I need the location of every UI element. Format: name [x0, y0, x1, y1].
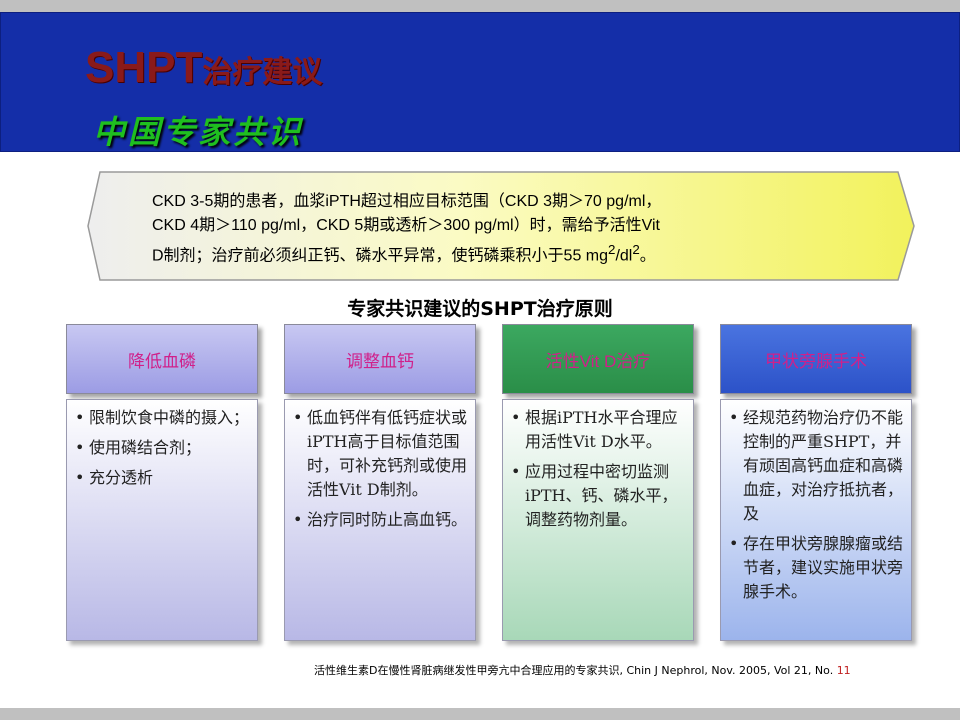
citation: 活性维生素D在慢性肾脏病继发性甲旁亢中合理应用的专家共识, Chin J Nep… — [314, 662, 954, 678]
column-header-adjust-calcium: 调整血钙 — [284, 324, 476, 394]
column-body-adjust-calcium: 低血钙伴有低钙症状或iPTH高于目标值范围时，可补充钙剂或使用活性Vit D制剂… — [284, 399, 476, 641]
callout-line-3c: 。 — [639, 247, 656, 265]
list-item: 限制饮食中磷的摄入； — [75, 406, 249, 430]
column-body-active-vitd: 根据iPTH水平合理应用活性Vit D水平。 应用过程中密切监测iPTH、钙、磷… — [502, 399, 694, 641]
callout-sup-2: 2 — [632, 242, 640, 257]
column-adjust-calcium: 调整血钙 低血钙伴有低钙症状或iPTH高于目标值范围时，可补充钙剂或使用活性Vi… — [284, 324, 476, 641]
column-active-vitd: 活性Vit D治疗 根据iPTH水平合理应用活性Vit D水平。 应用过程中密切… — [502, 324, 694, 641]
list-item: 使用磷结合剂； — [75, 436, 249, 460]
key-recommendation-callout: CKD 3-5期的患者，血浆iPTH超过相应目标范围（CKD 3期＞70 pg/… — [86, 170, 916, 282]
callout-line-3: D制剂；治疗前必须纠正钙、磷水平异常，使钙磷乘积小于55 mg2/dl2。 — [152, 238, 852, 268]
title-banner: SHPT治疗建议 中国专家共识 — [0, 12, 960, 152]
list-item: 经规范药物治疗仍不能控制的严重SHPT，并有顽固高钙血症和高磷血症，对治疗抵抗者… — [729, 406, 903, 526]
bottom-strip — [0, 708, 960, 720]
list-item: 存在甲状旁腺腺瘤或结节者，建议实施甲状旁腺手术。 — [729, 532, 903, 604]
page-subtitle: 中国专家共识 — [93, 113, 304, 151]
column-header-active-vitd: 活性Vit D治疗 — [502, 324, 694, 394]
column-lower-phosphate: 降低血磷 限制饮食中磷的摄入； 使用磷结合剂； 充分透析 — [66, 324, 258, 641]
list-item: 根据iPTH水平合理应用活性Vit D水平。 — [511, 406, 685, 454]
list-item: 充分透析 — [75, 466, 249, 490]
column-parathyroid-surgery: 甲状旁腺手术 经规范药物治疗仍不能控制的严重SHPT，并有顽固高钙血症和高磷血症… — [720, 324, 912, 641]
section-title: 专家共识建议的SHPT治疗原则 — [347, 298, 613, 320]
citation-text: 活性维生素D在慢性肾脏病继发性甲旁亢中合理应用的专家共识, Chin J Nep… — [314, 664, 837, 677]
callout-line-2: CKD 4期＞110 pg/ml，CKD 5期或透析＞300 pg/ml）时，需… — [152, 217, 660, 234]
top-strip — [0, 0, 960, 12]
column-body-parathyroid-surgery: 经规范药物治疗仍不能控制的严重SHPT，并有顽固高钙血症和高磷血症，对治疗抵抗者… — [720, 399, 912, 641]
list-item: 治疗同时防止高血钙。 — [293, 508, 467, 532]
column-header-parathyroid-surgery: 甲状旁腺手术 — [720, 324, 912, 394]
callout-line-3a: D制剂；治疗前必须纠正钙、磷水平异常，使钙磷乘积小于55 mg — [152, 247, 609, 265]
page-number: 11 — [836, 664, 851, 677]
list-item: 应用过程中密切监测iPTH、钙、磷水平，调整药物剂量。 — [511, 460, 685, 532]
page-title-latin: SHPT — [85, 43, 203, 92]
callout-line-1: CKD 3-5期的患者，血浆iPTH超过相应目标范围（CKD 3期＞70 pg/… — [152, 193, 662, 210]
page-title: SHPT治疗建议 — [85, 43, 322, 93]
page-title-cn: 治疗建议 — [202, 55, 323, 90]
callout-text: CKD 3-5期的患者，血浆iPTH超过相应目标范围（CKD 3期＞70 pg/… — [152, 190, 852, 268]
column-header-lower-phosphate: 降低血磷 — [66, 324, 258, 394]
column-body-lower-phosphate: 限制饮食中磷的摄入； 使用磷结合剂； 充分透析 — [66, 399, 258, 641]
callout-line-3b: /dl — [615, 247, 633, 265]
list-item: 低血钙伴有低钙症状或iPTH高于目标值范围时，可补充钙剂或使用活性Vit D制剂… — [293, 406, 467, 502]
